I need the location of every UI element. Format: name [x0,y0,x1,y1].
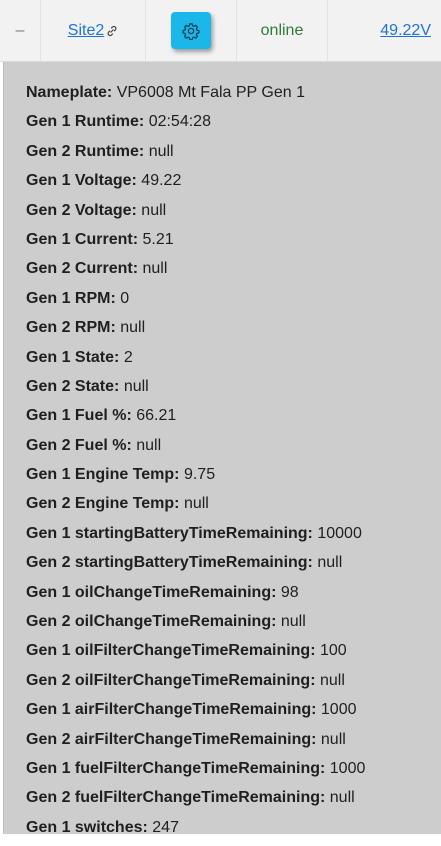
detail-value: 2 [123,348,133,366]
detail-row: Gen 1 startingBatteryTimeRemaining: 1000… [26,523,441,552]
detail-row: Gen 1 oilFilterChangeTimeRemaining: 100 [26,640,441,669]
voltage-cell: 49.22V [328,0,441,61]
detail-row: Gen 2 startingBatteryTimeRemaining: null [26,552,441,581]
link-icon [107,25,117,36]
detail-row: Gen 2 Current: null [26,258,441,287]
detail-label: Gen 1 fuelFilterChangeTimeRemaining: [26,759,326,777]
detail-value: null [183,495,209,513]
detail-label: Gen 1 oilChangeTimeRemaining: [26,583,277,601]
detail-value: null [120,319,146,337]
detail-value: null [123,377,149,395]
status-cell: online [237,0,328,61]
detail-row: Gen 2 airFilterChangeTimeRemaining: null [26,729,441,758]
detail-label: Gen 1 Current: [26,230,139,248]
detail-label: Gen 2 oilChangeTimeRemaining: [26,613,277,631]
detail-value: null [320,730,346,748]
detail-value: 49.22 [141,172,182,190]
detail-label: Gen 2 airFilterChangeTimeRemaining: [26,730,317,748]
detail-label: Gen 2 fuelFilterChangeTimeRemaining: [26,789,326,807]
detail-label: Gen 2 startingBatteryTimeRemaining: [26,554,313,572]
detail-label: Gen 2 oilFilterChangeTimeRemaining: [26,671,316,689]
detail-value: 02:54:28 [148,113,211,131]
detail-label: Gen 2 Runtime: [26,142,145,160]
detail-row: Gen 2 Engine Temp: null [26,493,441,522]
detail-value: 98 [280,583,299,601]
detail-label: Gen 1 oilFilterChangeTimeRemaining: [26,642,316,660]
detail-row: Gen 2 State: null [26,376,441,405]
detail-row: Gen 2 Runtime: null [26,141,441,170]
site-name[interactable]: Site2 [68,22,104,40]
collapse-symbol: – [15,21,25,39]
collapse-toggle[interactable]: – [0,0,41,61]
detail-value: null [329,789,355,807]
site-row: – Site2 online 49.22V [0,0,441,62]
detail-label: Gen 2 Engine Temp: [26,495,180,513]
detail-row: Gen 2 Voltage: null [26,200,441,229]
detail-row: Gen 1 fuelFilterChangeTimeRemaining: 100… [26,758,441,787]
detail-row: Gen 2 fuelFilterChangeTimeRemaining: nul… [26,787,441,816]
detail-label: Gen 2 Voltage: [26,201,137,219]
detail-row: Nameplate: VP6008 Mt Fala PP Gen 1 [26,82,441,111]
detail-value: 10000 [317,524,362,542]
detail-value: null [317,554,343,572]
detail-row: Gen 2 oilChangeTimeRemaining: null [26,611,441,640]
detail-value: 0 [120,289,130,307]
detail-label: Gen 1 RPM: [26,289,116,307]
detail-label: Gen 1 State: [26,348,120,366]
detail-value: 1000 [320,701,357,719]
detail-label: Gen 1 switches: [26,818,148,836]
detail-label: Gen 2 RPM: [26,319,116,337]
detail-value: 100 [319,642,347,660]
detail-row: Gen 2 oilFilterChangeTimeRemaining: null [26,670,441,699]
detail-value: null [319,671,345,689]
detail-value: null [136,436,162,454]
gear-icon [182,22,200,40]
detail-row: Gen 2 RPM: null [26,317,441,346]
detail-value: null [148,142,174,160]
status-badge: online [260,21,304,39]
site-cell: Site2 [41,0,146,61]
detail-row: Gen 1 Voltage: 49.22 [26,170,441,199]
detail-row: Gen 2 Fuel %: null [26,435,441,464]
detail-label: Gen 1 Fuel %: [26,407,132,425]
detail-label: Gen 1 Runtime: [26,113,145,131]
detail-row: Gen 1 Current: 5.21 [26,229,441,258]
detail-row: Gen 1 oilChangeTimeRemaining: 98 [26,582,441,611]
detail-row: Gen 1 switches: 247 [26,817,441,846]
voltage-link[interactable]: 49.22V [380,22,431,40]
site-link[interactable]: Site2 [68,22,118,40]
detail-row: Gen 1 airFilterChangeTimeRemaining: 1000 [26,699,441,728]
detail-label: Gen 1 airFilterChangeTimeRemaining: [26,701,317,719]
detail-value: 66.21 [136,407,177,425]
settings-button[interactable] [171,12,211,49]
detail-value: 9.75 [183,466,216,484]
detail-label: Gen 1 Engine Temp: [26,466,180,484]
detail-value: 5.21 [142,230,174,248]
detail-label: Gen 2 Current: [26,260,139,278]
detail-row: Gen 1 Fuel %: 66.21 [26,405,441,434]
detail-label: Gen 1 Voltage: [26,172,137,190]
detail-value: 247 [152,818,179,836]
detail-label: Gen 1 startingBatteryTimeRemaining: [26,524,313,542]
detail-row: Gen 1 Runtime: 02:54:28 [26,111,441,140]
detail-value: null [280,613,306,631]
detail-value: 1000 [329,759,366,777]
detail-row: Gen 1 RPM: 0 [26,288,441,317]
detail-label: Nameplate: [26,84,113,101]
detail-row: Gen 1 Engine Temp: 9.75 [26,464,441,493]
detail-value: null [142,260,168,278]
detail-value: VP6008 Mt Fala PP Gen 1 [116,84,305,101]
details-list: Nameplate: VP6008 Mt Fala PP Gen 1 Gen 1 … [4,62,441,846]
detail-label: Gen 2 Fuel %: [26,436,132,454]
detail-value: null [141,201,167,219]
settings-cell [146,0,237,61]
detail-row: Gen 1 State: 2 [26,347,441,376]
detail-label: Gen 2 State: [26,377,120,395]
details-panel: Nameplate: VP6008 Mt Fala PP Gen 1 Gen 1 … [3,62,441,836]
